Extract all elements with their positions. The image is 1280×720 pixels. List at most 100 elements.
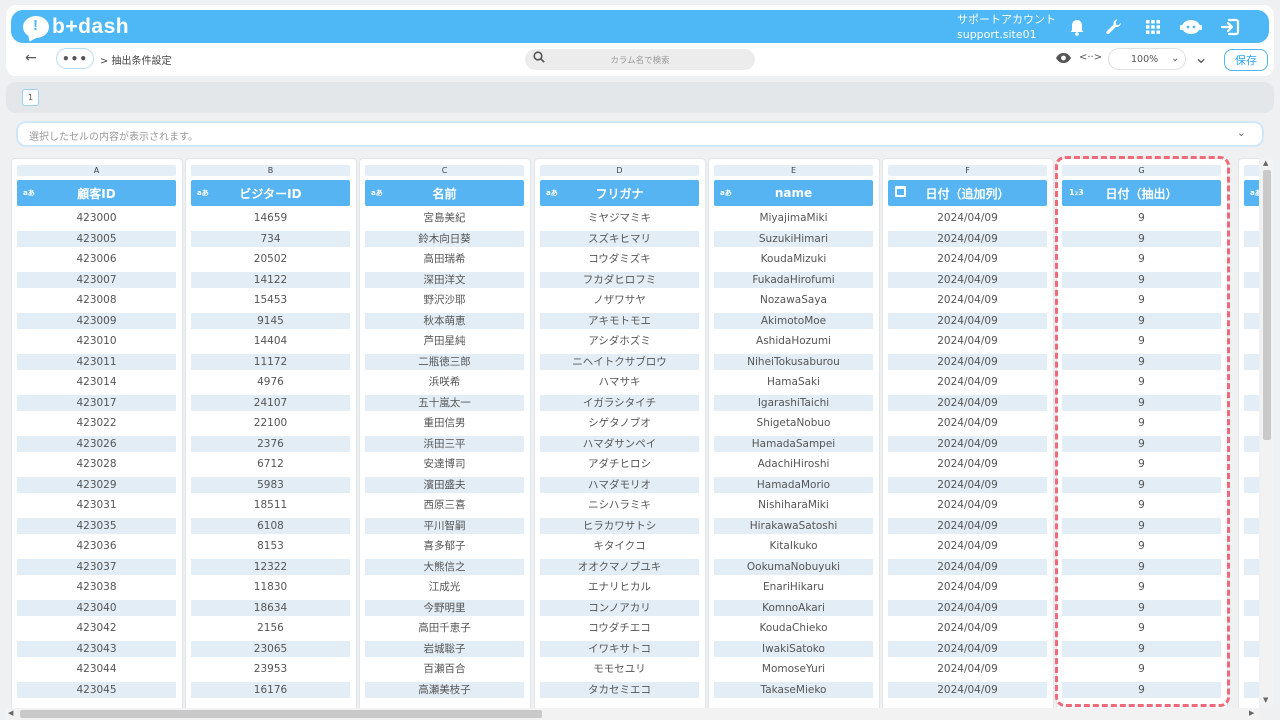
column-letter[interactable]: A: [17, 165, 176, 176]
table-cell[interactable]: 14404: [191, 333, 350, 349]
table-cell[interactable]: 24107: [191, 395, 350, 411]
table-cell[interactable]: 9: [1062, 292, 1221, 308]
table-cell[interactable]: 9: [1062, 661, 1221, 677]
horizontal-scrollbar[interactable]: ◀ ▶: [6, 708, 1259, 720]
column-h-partial[interactable]: aあ: [1238, 158, 1259, 708]
table-cell[interactable]: NishiharaMiki: [714, 497, 873, 513]
table-cell[interactable]: 9: [1062, 641, 1221, 657]
table-cell[interactable]: 高瀬美枝子: [365, 682, 524, 698]
table-cell[interactable]: 9: [1062, 313, 1221, 329]
table-cell[interactable]: 734: [191, 231, 350, 247]
table-cell[interactable]: 9: [1062, 415, 1221, 431]
column-header[interactable]: aあ 顧客ID: [17, 180, 176, 206]
table-cell[interactable]: 2024/04/09: [888, 251, 1047, 267]
cell-preview-box[interactable]: 選択したセルの内容が表示されます。 ⌄: [16, 121, 1264, 147]
scroll-left-icon[interactable]: ◀: [8, 709, 13, 717]
table-cell[interactable]: 423028: [17, 456, 176, 472]
table-cell[interactable]: コウダミズキ: [540, 251, 699, 267]
table-cell[interactable]: ハマサキ: [540, 374, 699, 390]
zoom-select[interactable]: 100% ⌄: [1108, 48, 1186, 70]
table-cell[interactable]: 423014: [17, 374, 176, 390]
table-cell[interactable]: 423005: [17, 231, 176, 247]
table-cell[interactable]: AshidaHozumi: [714, 333, 873, 349]
table-cell[interactable]: [1244, 559, 1259, 575]
table-cell[interactable]: 9: [1062, 374, 1221, 390]
table-cell[interactable]: [1244, 231, 1259, 247]
column-header[interactable]: aあ name: [714, 180, 873, 206]
account-info[interactable]: サポートアカウント support.site01: [957, 12, 1056, 42]
column-c[interactable]: Caあ 名前 宮島美紀 鈴木向日葵 高田瑞希 深田洋文 野沢沙耶 秋本萌恵 芦田星純 二瓶徳三郎浜…: [359, 158, 531, 708]
table-cell[interactable]: 9: [1062, 354, 1221, 370]
table-cell[interactable]: 8153: [191, 538, 350, 554]
table-cell[interactable]: 喜多郁子: [365, 538, 524, 554]
table-cell[interactable]: 423045: [17, 682, 176, 698]
column-letter[interactable]: G: [1062, 165, 1221, 176]
table-cell[interactable]: 2024/04/09: [888, 477, 1047, 493]
table-cell[interactable]: 423044: [17, 661, 176, 677]
horizontal-scroll-thumb[interactable]: [20, 710, 542, 718]
table-cell[interactable]: 423036: [17, 538, 176, 554]
table-cell[interactable]: 二瓶徳三郎: [365, 354, 524, 370]
table-cell[interactable]: IwakiSatoko: [714, 641, 873, 657]
column-letter[interactable]: E: [714, 165, 873, 176]
table-cell[interactable]: 18634: [191, 600, 350, 616]
table-cell[interactable]: 2024/04/09: [888, 354, 1047, 370]
table-cell[interactable]: 野沢沙耶: [365, 292, 524, 308]
table-cell[interactable]: 2024/04/09: [888, 395, 1047, 411]
table-cell[interactable]: タカセミエコ: [540, 682, 699, 698]
table-cell[interactable]: 高田瑞希: [365, 251, 524, 267]
table-cell[interactable]: 6108: [191, 518, 350, 534]
column-letter[interactable]: F: [888, 165, 1047, 176]
table-cell[interactable]: KoudaChieko: [714, 620, 873, 636]
table-cell[interactable]: 2024/04/09: [888, 682, 1047, 698]
table-cell[interactable]: 9: [1062, 682, 1221, 698]
table-cell[interactable]: 23953: [191, 661, 350, 677]
table-cell[interactable]: オオクマノブユキ: [540, 559, 699, 575]
table-cell[interactable]: 423043: [17, 641, 176, 657]
table-cell[interactable]: エナリヒカル: [540, 579, 699, 595]
table-cell[interactable]: 2024/04/09: [888, 272, 1047, 288]
table-cell[interactable]: 9: [1062, 436, 1221, 452]
table-cell[interactable]: MomoseYuri: [714, 661, 873, 677]
table-cell[interactable]: ヒラカワサトシ: [540, 518, 699, 534]
table-cell[interactable]: 2024/04/09: [888, 231, 1047, 247]
table-cell[interactable]: 2024/04/09: [888, 600, 1047, 616]
table-cell[interactable]: FukadaHirofumi: [714, 272, 873, 288]
table-cell[interactable]: アダチヒロシ: [540, 456, 699, 472]
app-logo[interactable]: ! b+dash: [23, 14, 129, 40]
column-f[interactable]: F 日付（追加列） 2024/04/09 2024/04/09 2024/04/09 20…: [882, 158, 1054, 708]
table-cell[interactable]: 423007: [17, 272, 176, 288]
table-cell[interactable]: 岩城聡子: [365, 641, 524, 657]
table-cell[interactable]: 9: [1062, 579, 1221, 595]
table-cell[interactable]: EnariHikaru: [714, 579, 873, 595]
table-cell[interactable]: 9: [1062, 333, 1221, 349]
table-cell[interactable]: 423040: [17, 600, 176, 616]
table-cell[interactable]: 9: [1062, 600, 1221, 616]
table-cell[interactable]: 15453: [191, 292, 350, 308]
table-cell[interactable]: 423026: [17, 436, 176, 452]
table-cell[interactable]: HamadaSampei: [714, 436, 873, 452]
table-cell[interactable]: 423011: [17, 354, 176, 370]
table-cell[interactable]: KitaIkuko: [714, 538, 873, 554]
column-header[interactable]: aあ 名前: [365, 180, 524, 206]
vertical-scrollbar[interactable]: ▲ ▼: [1261, 158, 1273, 708]
table-cell[interactable]: 百瀬百合: [365, 661, 524, 677]
table-cell[interactable]: 安達博司: [365, 456, 524, 472]
column-g[interactable]: G 1₂3 日付（抽出） 9 9 9 9 9 9 9 9 9 9 9 9 9 9 9 9 9 9 9 9 9 9 9 9: [1056, 158, 1228, 708]
table-cell[interactable]: スズキヒマリ: [540, 231, 699, 247]
save-button[interactable]: 保存: [1224, 49, 1268, 71]
table-cell[interactable]: 2024/04/09: [888, 313, 1047, 329]
table-cell[interactable]: 大熊信之: [365, 559, 524, 575]
table-cell[interactable]: HamadaMorio: [714, 477, 873, 493]
table-cell[interactable]: 423008: [17, 292, 176, 308]
table-cell[interactable]: 江成光: [365, 579, 524, 595]
table-cell[interactable]: 4976: [191, 374, 350, 390]
table-cell[interactable]: 宮島美紀: [365, 210, 524, 226]
table-cell[interactable]: [1244, 641, 1259, 657]
table-cell[interactable]: AkimotoMoe: [714, 313, 873, 329]
table-cell[interactable]: ニヘイトクサブロウ: [540, 354, 699, 370]
table-cell[interactable]: 9: [1062, 620, 1221, 636]
table-cell[interactable]: 9: [1062, 272, 1221, 288]
column-search-input[interactable]: カラム名で検索: [525, 49, 755, 70]
chat-bot-icon[interactable]: [1180, 16, 1202, 38]
